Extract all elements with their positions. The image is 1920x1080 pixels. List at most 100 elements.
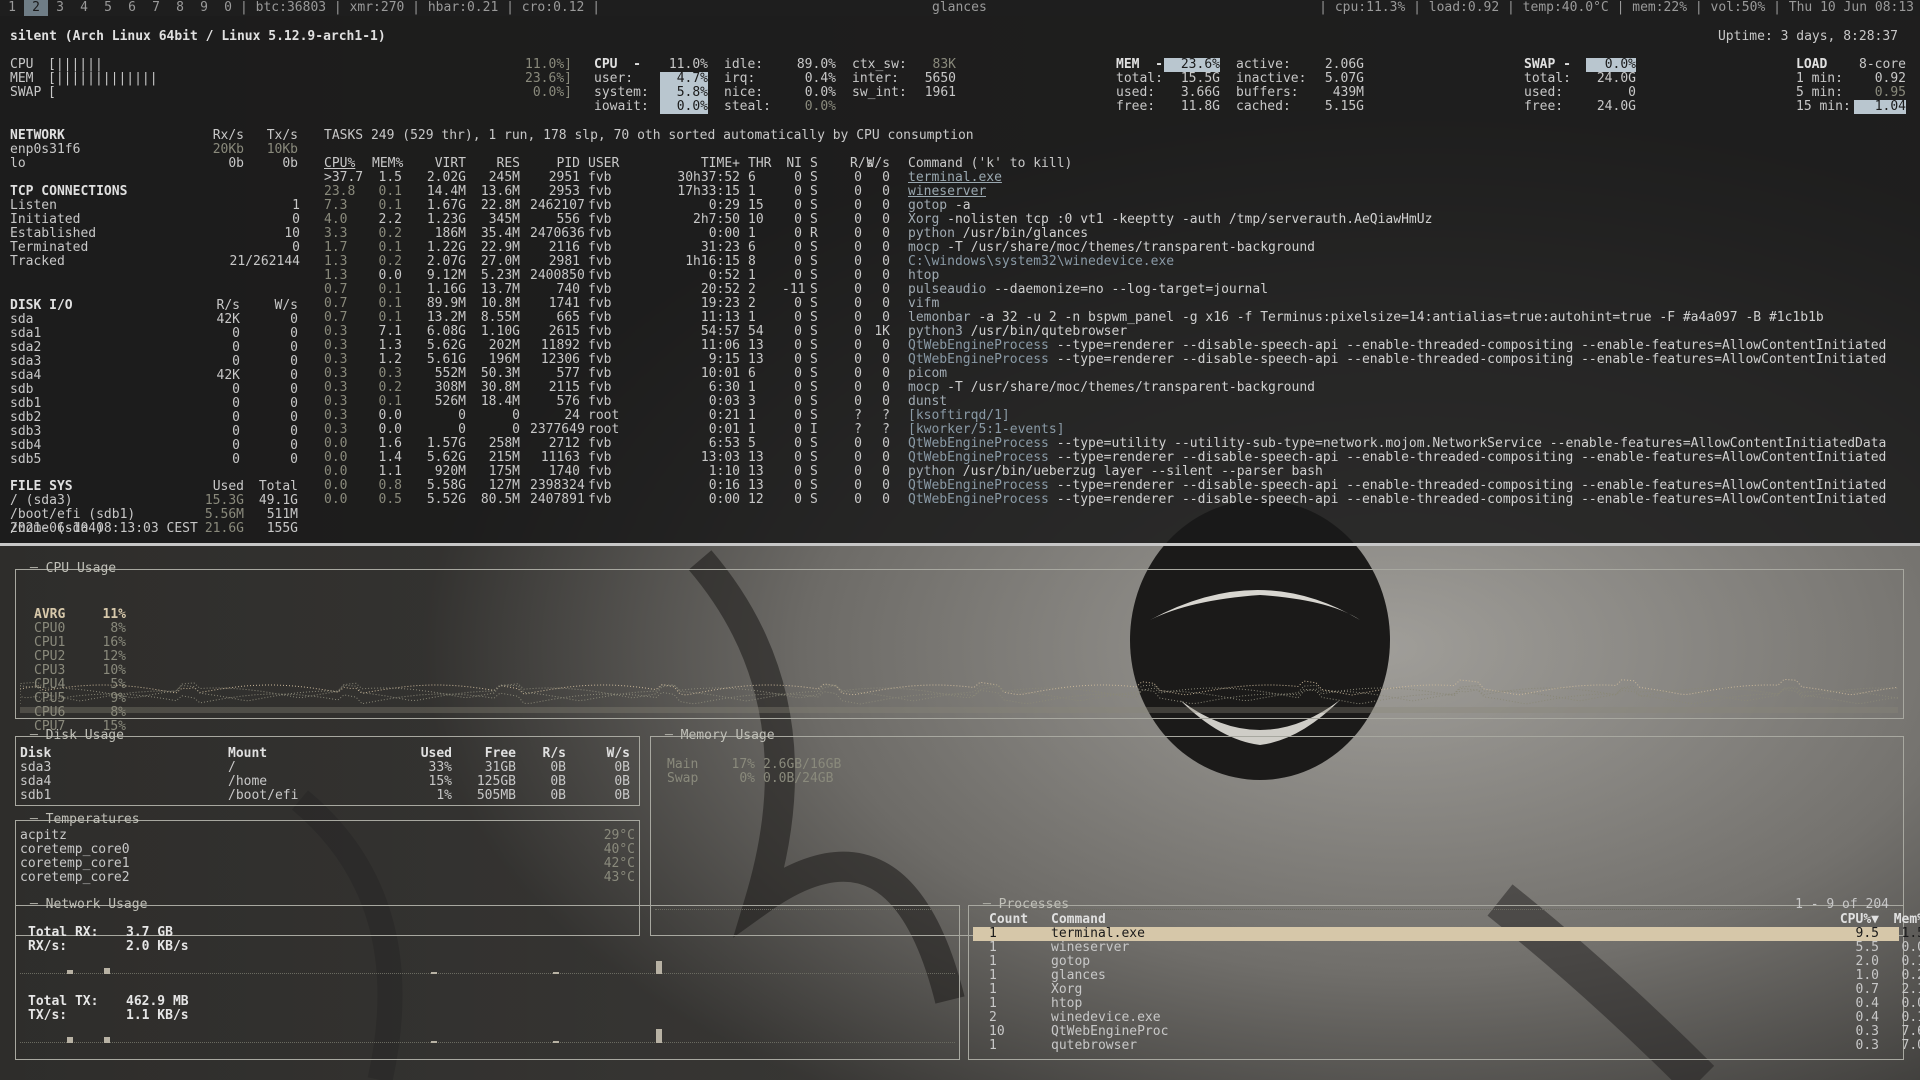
proc-command-name[interactable]: dunst (908, 395, 947, 409)
workspace-6[interactable]: 6 (120, 0, 144, 16)
proc-command-name[interactable]: htop (908, 269, 939, 283)
proc-col-header[interactable]: MEM% (372, 157, 403, 171)
proc-col-header[interactable]: R/s (850, 157, 873, 171)
proc-command-name[interactable]: python (908, 227, 955, 241)
proc-col-header[interactable]: THR (748, 157, 772, 171)
gotop-proc-row[interactable]: 1 glances 1.0 0.2 (973, 969, 1920, 983)
tcp-value: 0 (292, 212, 300, 227)
workspace-3[interactable]: 3 (48, 0, 72, 16)
workspace-8[interactable]: 8 (168, 0, 192, 16)
glances-terminal[interactable]: silent (Arch Linux 64bit / Linux 5.12.9-… (0, 16, 1920, 546)
proc-cell: I (810, 422, 818, 437)
proc-command[interactable]: wineserver (908, 185, 986, 199)
proc-col-header[interactable]: VIRT (426, 157, 466, 171)
proc-command[interactable]: python3 /usr/bin/qutebrowser (908, 325, 1127, 339)
proc-command[interactable]: picom (908, 367, 947, 381)
proc-command-name[interactable]: C:\windows\system32\winedevice.exe (908, 255, 1174, 269)
gotop-proc-row[interactable]: 10 QtWebEngineProc 0.3 7.6 (973, 1025, 1920, 1039)
proc-command-name[interactable]: pulseaudio (908, 283, 986, 297)
cpu-legend-value: 8% (110, 621, 126, 636)
proc-command-name[interactable]: wineserver (908, 185, 986, 199)
proc-command[interactable]: python /usr/bin/ueberzug layer --silent … (908, 465, 1323, 479)
workspace-9[interactable]: 9 (192, 0, 216, 16)
diskio-write-header: W/s (274, 298, 298, 313)
gotop-proc-row[interactable]: 1 htop 0.4 0.0 (973, 997, 1920, 1011)
proc-col-header[interactable]: S (810, 157, 824, 171)
proc-col-header[interactable]: NI (782, 157, 802, 171)
proc-command[interactable]: mocp -T /usr/share/moc/themes/transparen… (908, 381, 1315, 395)
gotop-proc-row[interactable]: 1 terminal.exe 9.5 1.5 (973, 927, 1920, 941)
diskio-device: sda (10, 312, 34, 327)
gotop-proc-cell: 5.5 (1855, 940, 1879, 955)
proc-command-name[interactable]: gotop (908, 199, 947, 213)
proc-command[interactable]: C:\windows\system32\winedevice.exe (908, 255, 1174, 269)
gotop-proc-row[interactable]: 2 winedevice.exe 0.4 0.1 (973, 1011, 1920, 1025)
gotop-proc-row[interactable]: 1 gotop 2.0 0.1 (973, 955, 1920, 969)
proc-command-name[interactable]: vifm (908, 297, 939, 311)
proc-command[interactable]: mocp -T /usr/share/moc/themes/transparen… (908, 241, 1315, 255)
processes-panel[interactable]: Processes 1 - 9 of 204 Count Command CPU%▼… (968, 897, 1920, 1060)
proc-cell: 556 (556, 212, 580, 227)
proc-command[interactable]: htop (908, 269, 939, 283)
cpu-stat-value: 89.0% (796, 57, 836, 72)
proc-cell: 0 (794, 408, 802, 423)
proc-command[interactable]: python /usr/bin/glances (908, 227, 1088, 241)
gotop-proc-row[interactable]: 1 Xorg 0.7 2.1 (973, 983, 1920, 997)
proc-col-header[interactable]: Command ('k' to kill) (908, 157, 1072, 171)
workspace-5[interactable]: 5 (96, 0, 120, 16)
proc-cell: 0.3 (378, 366, 402, 381)
proc-command-name[interactable]: mocp (908, 381, 939, 395)
proc-command-name[interactable]: lemonbar (908, 311, 971, 325)
proc-col-header[interactable]: PID (530, 157, 580, 171)
workspace-7[interactable]: 7 (144, 0, 168, 16)
proc-command-name[interactable]: [ksoftirqd/1] (908, 409, 1010, 423)
proc-command[interactable]: dunst (908, 395, 947, 409)
proc-command[interactable]: terminal.exe (908, 171, 1002, 185)
workspace-0[interactable]: 0 (216, 0, 240, 16)
temperature-sensor: acpitz (20, 828, 67, 843)
gotop-terminal[interactable]: CPU Usage AVRG11%CPU08%CPU116%CPU212%CPU… (0, 549, 1920, 1080)
workspace-2[interactable]: 2 (24, 0, 48, 16)
proc-command-name[interactable]: terminal.exe (908, 171, 1002, 185)
proc-cell: 2115 (548, 380, 580, 395)
proc-command-name[interactable]: mocp (908, 241, 939, 255)
proc-command[interactable]: QtWebEngineProcess --type=renderer --dis… (908, 353, 1886, 367)
proc-col-header[interactable]: CPU% (324, 157, 364, 171)
proc-command[interactable]: gotop -a (908, 199, 971, 213)
workspace-1[interactable]: 1 (0, 0, 24, 16)
proc-col-header[interactable]: W/s (866, 157, 890, 171)
gotop-proc-row[interactable]: 1 wineserver 5.5 0.0 (973, 940, 1920, 955)
proc-command[interactable]: Xorg -nolisten tcp :0 vt1 -keeptty -auth… (908, 213, 1432, 227)
proc-command[interactable]: QtWebEngineProcess --type=renderer --dis… (908, 479, 1886, 493)
proc-command[interactable]: [ksoftirqd/1] (908, 409, 1010, 423)
proc-command[interactable]: QtWebEngineProcess --type=renderer --dis… (908, 493, 1886, 507)
proc-command-name[interactable]: [kworker/5:1-events] (908, 423, 1065, 437)
proc-command[interactable]: QtWebEngineProcess --type=renderer --dis… (908, 339, 1886, 353)
proc-command-name[interactable]: QtWebEngineProcess (908, 437, 1049, 451)
proc-command[interactable]: [kworker/5:1-events] (908, 423, 1065, 437)
proc-command[interactable]: QtWebEngineProcess --type=utility --util… (908, 437, 1886, 451)
proc-command-name[interactable]: QtWebEngineProcess (908, 451, 1049, 465)
proc-command-name[interactable]: QtWebEngineProcess (908, 339, 1049, 353)
proc-command-name[interactable]: python3 (908, 325, 963, 339)
proc-command-name[interactable]: Xorg (908, 213, 939, 227)
proc-cell: S (810, 478, 818, 493)
proc-command[interactable]: lemonbar -a 32 -u 2 -n bspwm_panel -g x1… (908, 311, 1824, 325)
proc-command-name[interactable]: QtWebEngineProcess (908, 479, 1049, 493)
proc-col-header[interactable]: RES (476, 157, 520, 171)
proc-command[interactable]: pulseaudio --daemonize=no --log-target=j… (908, 283, 1268, 297)
proc-command-args: /usr/bin/qutebrowser (962, 325, 1128, 339)
proc-col-header[interactable]: USER (588, 157, 628, 171)
proc-command-name[interactable]: python (908, 465, 955, 479)
proc-command-name[interactable]: QtWebEngineProcess (908, 493, 1049, 507)
proc-command-name[interactable]: picom (908, 367, 947, 381)
diskio-header: DISK I/O (10, 298, 73, 313)
proc-cell: 0:01 (708, 422, 740, 437)
proc-col-header[interactable]: TIME+ (668, 157, 740, 171)
gotop-proc-row[interactable]: 1 qutebrowser 0.3 7.0 (973, 1039, 1920, 1053)
proc-command[interactable]: QtWebEngineProcess --type=renderer --dis… (908, 451, 1886, 465)
proc-command-name[interactable]: QtWebEngineProcess (908, 353, 1049, 367)
network-rx: 20Kb (212, 142, 244, 157)
workspace-4[interactable]: 4 (72, 0, 96, 16)
proc-command[interactable]: vifm (908, 297, 939, 311)
